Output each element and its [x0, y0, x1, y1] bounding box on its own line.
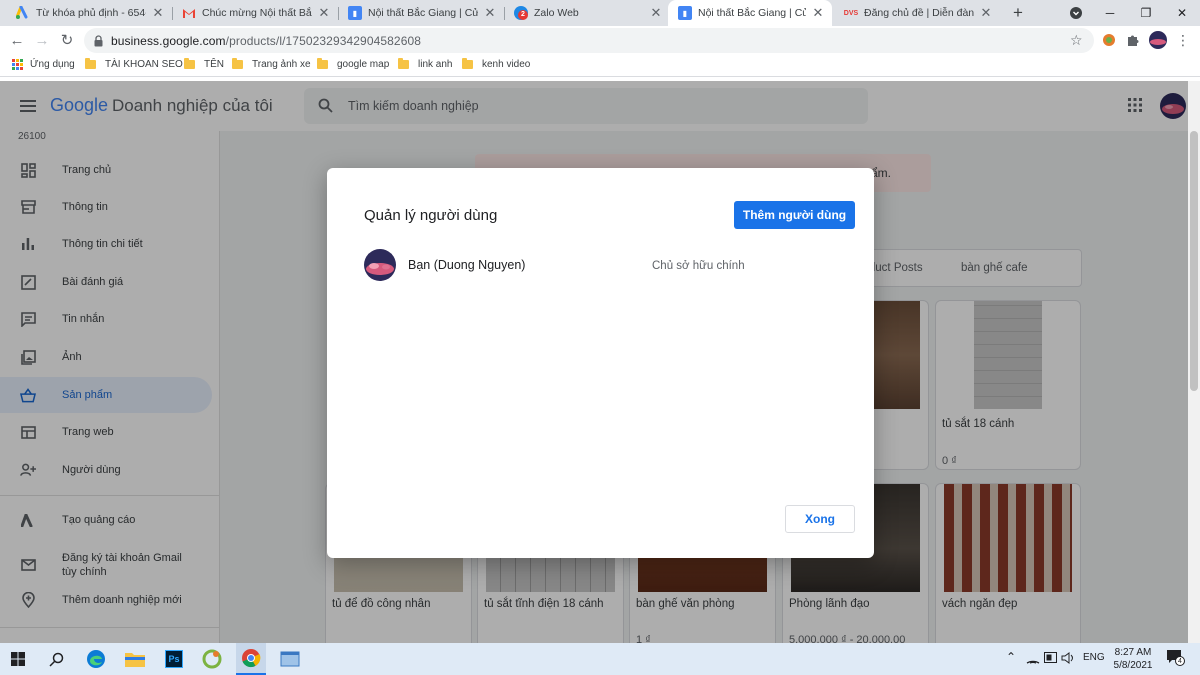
browser-tab[interactable]: 2 Zalo Web ✕ [504, 0, 670, 26]
menu-icon[interactable]: ⋮ [1172, 29, 1194, 51]
coccoc-icon[interactable] [200, 647, 224, 671]
folder-icon [85, 58, 96, 69]
browser-tab-strip: Từ khóa phủ định - 654-687 ✕ Chúc mừng N… [0, 0, 1200, 26]
browser-toolbar: ← → ↻ business.google.com/products/l/175… [0, 26, 1200, 55]
tab-title: Từ khóa phủ định - 654-687 [36, 7, 146, 19]
tab-title: Nội thất Bắc Giang | Cửa hà [368, 7, 478, 19]
back-icon[interactable]: ← [6, 29, 28, 51]
dialog-title: Quản lý người dùng [364, 207, 498, 224]
notification-count: 4 [1175, 656, 1185, 666]
clock-time: 8:27 AM [1114, 647, 1152, 658]
bookmark-folder[interactable]: kenh video [462, 58, 531, 70]
user-avatar [364, 249, 396, 281]
wifi-icon[interactable] [1026, 652, 1040, 667]
battery-icon[interactable] [1044, 652, 1058, 666]
close-tab-icon[interactable]: ✕ [650, 5, 662, 21]
tab-title: Nội thất Bắc Giang | Cửa hà [698, 7, 806, 19]
bookmark-folder[interactable]: link anh [398, 58, 453, 70]
bookmark-apps[interactable]: Ứng dụng [12, 59, 75, 70]
close-window-icon[interactable]: ✕ [1164, 0, 1200, 26]
bookmark-label: kenh video [482, 59, 531, 70]
done-button[interactable]: Xong [785, 505, 855, 533]
close-tab-icon[interactable]: ✕ [980, 5, 992, 21]
browser-tab[interactable]: Từ khóa phủ định - 654-687 ✕ [6, 0, 172, 26]
url-host: business.google.com [111, 34, 226, 48]
browser-tab[interactable]: ▮ Nội thất Bắc Giang | Cửa hà ✕ [338, 0, 504, 26]
bookmark-label: TÀI KHOAN SEO [105, 59, 183, 70]
tab-search-icon[interactable] [1058, 0, 1094, 26]
url-text: business.google.com/products/l/175023293… [111, 34, 421, 48]
folder-icon [232, 58, 243, 69]
url-path: /products/l/17502329342904582608 [225, 34, 422, 48]
tab-title: Đăng chủ đề | Diễn đàn SEO [864, 7, 974, 19]
bookmark-label: link anh [418, 59, 453, 70]
browser-tab-active[interactable]: ▮ Nội thất Bắc Giang | Cửa hà ✕ [668, 0, 832, 26]
folder-icon [398, 58, 409, 69]
browser-tab[interactable]: DVS Đăng chủ đề | Diễn đàn SEO ✕ [834, 0, 1000, 26]
lock-icon [94, 34, 103, 52]
scrollbar-thumb[interactable] [1190, 131, 1198, 391]
zalo-icon: 2 [514, 6, 528, 20]
new-tab-icon[interactable]: + [1000, 0, 1036, 26]
bookmark-star-icon[interactable]: ☆ [1070, 32, 1083, 49]
profile-avatar[interactable] [1147, 29, 1169, 51]
file-explorer-icon[interactable] [123, 647, 147, 671]
bookmark-folder[interactable]: Trang ảnh xe [232, 58, 311, 70]
folder-icon [317, 58, 328, 69]
notification-icon[interactable]: 4 [1166, 649, 1185, 668]
search-icon[interactable] [44, 647, 68, 671]
close-tab-icon[interactable]: ✕ [484, 5, 496, 21]
apps-icon [12, 59, 23, 70]
reload-icon[interactable]: ↻ [56, 29, 78, 51]
restore-icon[interactable]: ❐ [1128, 0, 1164, 26]
forward-icon[interactable]: → [31, 29, 53, 51]
folder-icon [462, 58, 473, 69]
bookmarks-bar: Ứng dụng TÀI KHOAN SEO TÊN Trang ảnh xe … [0, 55, 1200, 77]
bookmark-label: TÊN [204, 59, 224, 70]
tab-title: Chúc mừng Nội thất Bắc Gi [202, 7, 312, 19]
dvs-icon: DVS [843, 9, 859, 17]
bookmark-label: Ứng dụng [30, 59, 75, 70]
clock[interactable]: 8:27 AM 5/8/2021 [1113, 646, 1153, 672]
gmail-icon [182, 6, 196, 20]
address-bar[interactable]: business.google.com/products/l/175023293… [84, 28, 1094, 53]
app-window-icon[interactable] [278, 647, 302, 671]
photoshop-icon[interactable]: Ps [162, 647, 186, 671]
minimize-icon[interactable]: ─ [1092, 0, 1128, 26]
bookmark-folder[interactable]: TÊN [184, 58, 224, 70]
user-name: Bạn (Duong Nguyen) [408, 258, 526, 272]
bookmark-folder[interactable]: TÀI KHOAN SEO [85, 58, 183, 70]
manage-users-dialog: Quản lý người dùng Thêm người dùng Bạn (… [327, 168, 874, 558]
folder-icon [184, 58, 195, 69]
page-scrollbar[interactable] [1188, 81, 1200, 643]
notification-badge: 2 [518, 10, 528, 20]
bookmark-label: google map [337, 59, 390, 70]
extensions-puzzle-icon[interactable] [1122, 29, 1144, 51]
clock-date: 5/8/2021 [1113, 660, 1153, 671]
user-role[interactable]: Chủ sở hữu chính [652, 260, 745, 272]
chrome-icon[interactable] [236, 643, 266, 675]
language-indicator[interactable]: ENG [1083, 652, 1105, 663]
windows-taskbar: Ps ⌃ ENG 8:27 AM 5/8/2021 4 [0, 643, 1200, 675]
add-user-button[interactable]: Thêm người dùng [734, 201, 855, 229]
bookmark-label: Trang ảnh xe [252, 59, 311, 70]
extension-icon[interactable] [1098, 29, 1120, 51]
edge-icon[interactable] [84, 647, 108, 671]
bookmark-folder[interactable]: google map [317, 58, 390, 70]
close-tab-icon[interactable]: ✕ [318, 5, 330, 21]
windows-start-icon[interactable] [6, 647, 30, 671]
browser-tab[interactable]: Chúc mừng Nội thất Bắc Gi ✕ [172, 0, 338, 26]
tab-title: Zalo Web [534, 7, 579, 19]
close-tab-icon[interactable]: ✕ [152, 5, 164, 21]
tray-chevron-icon[interactable]: ⌃ [1006, 650, 1016, 664]
close-tab-icon[interactable]: ✕ [812, 5, 824, 21]
volume-icon[interactable] [1061, 652, 1076, 667]
business-icon: ▮ [678, 6, 692, 20]
google-ads-icon [16, 6, 30, 20]
business-icon: ▮ [348, 6, 362, 20]
